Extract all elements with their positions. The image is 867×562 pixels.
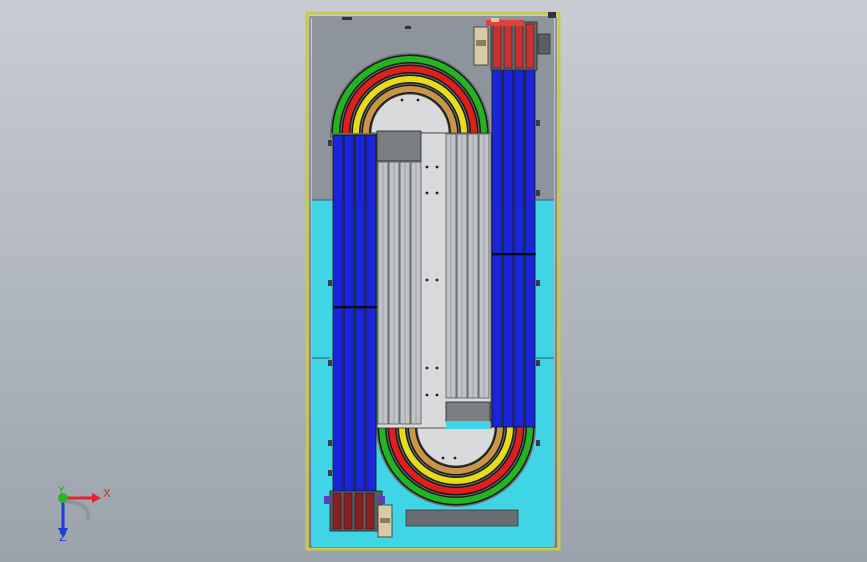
drive-motor-bottom-band xyxy=(380,518,390,523)
drive-coupling-top xyxy=(492,23,502,69)
deck-hole xyxy=(425,393,429,397)
side-bracket-right xyxy=(536,360,540,366)
drive-coupling-bottom xyxy=(343,492,353,530)
module-right-upper xyxy=(502,67,514,255)
drive-block-bottom-right xyxy=(377,496,385,504)
drive-coupling-bottom xyxy=(365,492,375,530)
module-right-upper xyxy=(513,67,525,255)
z-axis-label: Z xyxy=(59,531,67,544)
deck-cutout-gap xyxy=(446,421,490,429)
side-bracket-left xyxy=(328,140,332,146)
drive-bracket-top xyxy=(491,18,499,22)
side-bracket-left xyxy=(328,440,332,446)
module-left-upper xyxy=(332,134,344,308)
module-right-upper xyxy=(491,67,503,255)
drive-shaft-top xyxy=(537,33,551,55)
module-right-lower xyxy=(524,254,536,428)
frame-marker xyxy=(548,12,556,18)
x-axis-label: X xyxy=(103,487,111,500)
frame-marker xyxy=(342,17,352,20)
deck-cutout-bottom xyxy=(445,401,491,423)
side-bracket-left xyxy=(328,470,332,476)
deck-hole xyxy=(425,366,429,370)
deck-hole xyxy=(425,191,429,195)
side-bracket-left xyxy=(328,360,332,366)
module-left-upper xyxy=(354,134,366,308)
conveyor-assembly[interactable] xyxy=(305,11,561,551)
lower-cross-beam xyxy=(405,509,519,527)
module-right-lower xyxy=(502,254,514,428)
cad-viewport[interactable]: X Y Z xyxy=(0,0,867,562)
deck-hole xyxy=(435,393,439,397)
y-axis-label: Y xyxy=(57,484,65,497)
drive-coupling-bottom xyxy=(354,492,364,530)
deck-hole xyxy=(425,278,429,282)
module-right-upper xyxy=(524,67,536,255)
deck-hole xyxy=(441,456,445,460)
deck-cutout-top xyxy=(376,130,422,162)
module-right-lower xyxy=(491,254,503,428)
side-bracket-right xyxy=(536,440,540,446)
drive-coupling-top xyxy=(525,23,535,69)
module-right-lower xyxy=(513,254,525,428)
module-left-upper xyxy=(343,134,355,308)
deck-hole xyxy=(435,366,439,370)
module-left-upper xyxy=(365,134,377,308)
module-left-lower xyxy=(354,307,366,499)
deck-hole xyxy=(435,191,439,195)
side-bracket-right xyxy=(536,120,540,126)
deck-hole xyxy=(425,165,429,169)
side-bracket-right xyxy=(536,190,540,196)
drive-coupling-bottom xyxy=(332,492,342,530)
frame-marker xyxy=(405,26,411,29)
drive-block-bottom-left xyxy=(324,496,332,504)
deck-hole xyxy=(400,98,404,102)
drive-coupling-top xyxy=(503,23,513,69)
side-bracket-right xyxy=(536,280,540,286)
drive-motor-top-band xyxy=(476,40,486,46)
deck-hole xyxy=(453,456,457,460)
center-deck xyxy=(376,98,492,460)
module-left-lower xyxy=(365,307,377,499)
deck-hole xyxy=(435,165,439,169)
deck-hole xyxy=(435,278,439,282)
module-left-lower xyxy=(332,307,344,499)
deck-hole xyxy=(416,98,420,102)
drive-coupling-top xyxy=(514,23,524,69)
module-left-lower xyxy=(343,307,355,499)
side-bracket-left xyxy=(328,280,332,286)
